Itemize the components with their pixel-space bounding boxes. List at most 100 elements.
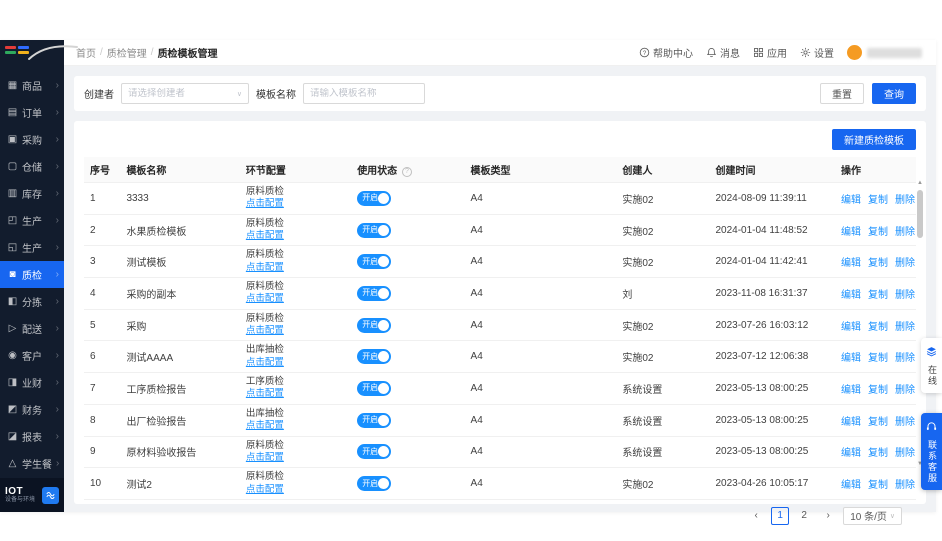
creator-select[interactable]: ∨ xyxy=(121,83,249,104)
copy-link[interactable]: 复制 xyxy=(868,258,888,269)
template-name-input[interactable] xyxy=(303,83,425,104)
edit-link[interactable]: 编辑 xyxy=(841,290,861,301)
copy-link[interactable]: 复制 xyxy=(868,227,888,238)
column-header: 创建人 xyxy=(616,157,709,183)
edit-link[interactable]: 编辑 xyxy=(841,322,861,333)
apps-button[interactable]: 应用 xyxy=(753,45,787,60)
delete-link[interactable]: 删除 xyxy=(895,195,915,206)
copy-link[interactable]: 复制 xyxy=(868,480,888,491)
cell-creator: 系统设置 xyxy=(616,373,709,405)
status-toggle[interactable]: 开启 xyxy=(357,318,391,333)
prev-page-button[interactable]: ‹ xyxy=(747,507,765,525)
status-toggle[interactable]: 开启 xyxy=(357,381,391,396)
delete-link[interactable]: 删除 xyxy=(895,322,915,333)
contact-support-tab[interactable]: 联系客服 xyxy=(921,413,942,490)
apps-icon xyxy=(753,47,764,58)
sidebar-item-sorting[interactable]: ◧分拣› xyxy=(0,288,64,315)
edit-link[interactable]: 编辑 xyxy=(841,195,861,206)
delete-link[interactable]: 删除 xyxy=(895,227,915,238)
page-button-2[interactable]: 2 xyxy=(795,507,813,525)
breadcrumb-item[interactable]: 首页 xyxy=(76,45,96,60)
next-page-button[interactable]: › xyxy=(819,507,837,525)
configure-link[interactable]: 点击配置 xyxy=(246,293,284,305)
delete-link[interactable]: 删除 xyxy=(895,417,915,428)
status-toggle[interactable]: 开启 xyxy=(357,286,391,301)
status-toggle[interactable]: 开启 xyxy=(357,349,391,364)
cell-actions: 编辑复制删除 xyxy=(835,468,916,500)
breadcrumb: 首页/质检管理/质检模板管理 xyxy=(76,45,218,60)
sidebar-item-orders[interactable]: ▤订单› xyxy=(0,99,64,126)
sidebar-item-finance[interactable]: ◩财务› xyxy=(0,396,64,423)
help-center-button[interactable]: ?帮助中心 xyxy=(639,45,693,60)
configure-link[interactable]: 点击配置 xyxy=(246,230,284,242)
breadcrumb-separator: / xyxy=(100,47,103,58)
sidebar-item-quality[interactable]: ◙质检› xyxy=(0,261,64,288)
cell-actions: 编辑复制删除 xyxy=(835,278,916,310)
copy-link[interactable]: 复制 xyxy=(868,448,888,459)
copy-link[interactable]: 复制 xyxy=(868,417,888,428)
delete-link[interactable]: 删除 xyxy=(895,258,915,269)
configure-link[interactable]: 点击配置 xyxy=(246,452,284,464)
copy-link[interactable]: 复制 xyxy=(868,353,888,364)
sidebar-item-student-meals[interactable]: △学生餐› xyxy=(0,450,64,477)
status-toggle[interactable]: 开启 xyxy=(357,444,391,459)
configure-link[interactable]: 点击配置 xyxy=(246,325,284,337)
sidebar-item-warehouse[interactable]: ▢仓储› xyxy=(0,153,64,180)
sidebar-item-reports[interactable]: ◪报表› xyxy=(0,423,64,450)
configure-link[interactable]: 点击配置 xyxy=(246,262,284,274)
edit-link[interactable]: 编辑 xyxy=(841,353,861,364)
delete-link[interactable]: 删除 xyxy=(895,290,915,301)
sidebar-item-goods[interactable]: ▦商品› xyxy=(0,72,64,99)
edit-link[interactable]: 编辑 xyxy=(841,480,861,491)
edit-link[interactable]: 编辑 xyxy=(841,227,861,238)
edit-link[interactable]: 编辑 xyxy=(841,417,861,428)
delete-link[interactable]: 删除 xyxy=(895,448,915,459)
copy-link[interactable]: 复制 xyxy=(868,195,888,206)
edit-link[interactable]: 编辑 xyxy=(841,258,861,269)
sidebar-item-procurement[interactable]: ▣采购› xyxy=(0,126,64,153)
scroll-up-icon[interactable]: ▲ xyxy=(917,179,923,187)
status-toggle[interactable]: 开启 xyxy=(357,223,391,238)
copy-link[interactable]: 复制 xyxy=(868,290,888,301)
new-template-button[interactable]: 新建质检模板 xyxy=(832,129,916,150)
configure-link[interactable]: 点击配置 xyxy=(246,388,284,400)
sidebar-item-inventory[interactable]: ▥库存› xyxy=(0,180,64,207)
sidebar-item-label: 采购 xyxy=(22,132,42,147)
toggle-knob xyxy=(378,446,389,457)
user-menu[interactable] xyxy=(847,45,922,60)
copy-link[interactable]: 复制 xyxy=(868,322,888,333)
configure-link[interactable]: 点击配置 xyxy=(246,198,284,210)
settings-button[interactable]: 设置 xyxy=(800,45,834,60)
scrollbar-thumb[interactable] xyxy=(917,190,923,238)
edit-link[interactable]: 编辑 xyxy=(841,385,861,396)
status-toggle[interactable]: 开启 xyxy=(357,476,391,491)
cell-status: 开启 xyxy=(351,214,464,246)
copy-link[interactable]: 复制 xyxy=(868,385,888,396)
messages-button[interactable]: 消息 xyxy=(706,45,740,60)
delete-link[interactable]: 删除 xyxy=(895,385,915,396)
sidebar-item-production-1[interactable]: ◰生产› xyxy=(0,207,64,234)
configure-link[interactable]: 点击配置 xyxy=(246,420,284,432)
search-button[interactable]: 查询 xyxy=(872,83,916,104)
page-button-1[interactable]: 1 xyxy=(771,507,789,525)
sidebar-item-production-2[interactable]: ◱生产› xyxy=(0,234,64,261)
configure-link[interactable]: 点击配置 xyxy=(246,484,284,496)
sidebar-item-customers[interactable]: ◉客户› xyxy=(0,342,64,369)
edit-link[interactable]: 编辑 xyxy=(841,448,861,459)
delete-link[interactable]: 删除 xyxy=(895,480,915,491)
online-service-tab[interactable]: 在线 xyxy=(921,338,942,393)
status-toggle[interactable]: 开启 xyxy=(357,413,391,428)
delete-link[interactable]: 删除 xyxy=(895,353,915,364)
page-size-select[interactable]: 10 条/页 ∨ xyxy=(843,507,902,525)
configure-link[interactable]: 点击配置 xyxy=(246,357,284,369)
sidebar-item-business-finance[interactable]: ◨业财› xyxy=(0,369,64,396)
iot-device-icon[interactable] xyxy=(42,487,59,504)
breadcrumb-item[interactable]: 质检管理 xyxy=(107,45,147,60)
sidebar-item-delivery[interactable]: ▷配送› xyxy=(0,315,64,342)
status-toggle[interactable]: 开启 xyxy=(357,191,391,206)
cell-created-time: 2023-05-13 08:00:25 xyxy=(709,404,835,436)
cell-template-name: 原材料验收报告 xyxy=(120,436,239,468)
chevron-right-icon: › xyxy=(56,161,59,172)
status-toggle[interactable]: 开启 xyxy=(357,254,391,269)
reset-button[interactable]: 重置 xyxy=(820,83,864,104)
